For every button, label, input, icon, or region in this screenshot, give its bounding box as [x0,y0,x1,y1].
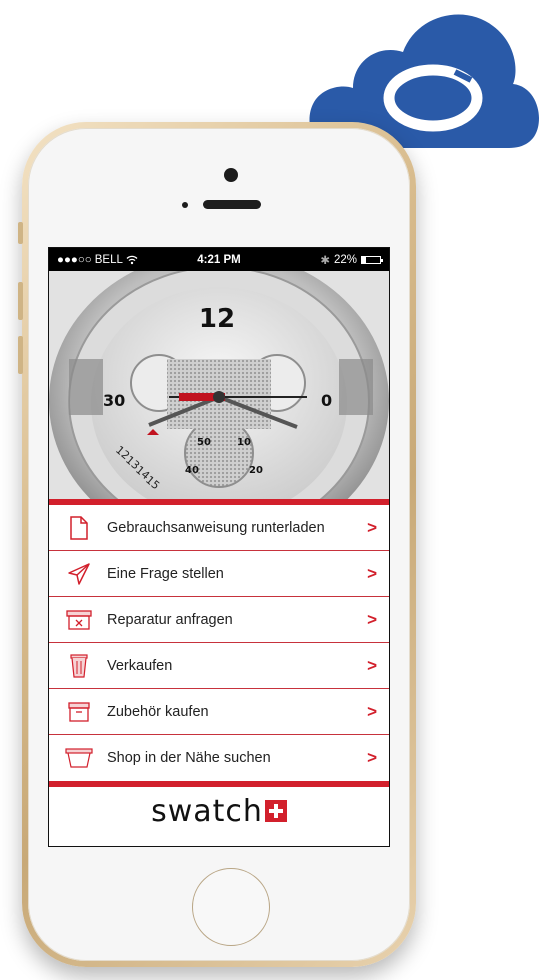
chevron-right-icon: > [367,748,377,767]
subdial-number-50: 50 [197,437,211,448]
menu-item-find-shop[interactable]: Shop in der Nähe suchen > [49,735,389,781]
bluetooth-icon: ✱ [320,254,330,267]
chevron-right-icon: > [367,609,377,629]
home-button[interactable] [192,868,270,946]
signal-strength: ●●●○○ [57,253,92,266]
swiss-cross-icon [264,800,287,822]
app-screen: ●●●○○ BELL 4:21 PM ✱ 22% 12 30 0 50 10 4… [48,247,390,847]
menu-item-repair[interactable]: Reparatur anfragen > [49,597,389,643]
swatch-logo: swatch [49,787,389,835]
carrier-name: BELL [94,253,123,266]
paper-plane-icon [65,560,93,588]
sensor-icon [182,202,188,208]
wifi-icon [126,255,138,264]
subdial-number-20: 20 [249,465,263,476]
trash-icon [65,652,93,680]
repair-box-icon [65,606,93,634]
menu-item-label: Zubehör kaufen [107,703,209,720]
action-menu: Gebrauchsanweisung runterladen > Eine Fr… [49,505,389,781]
menu-item-accessories[interactable]: Zubehör kaufen > [49,689,389,735]
box-icon [65,698,93,726]
chevron-right-icon: > [367,655,377,675]
dial-number-12: 12 [199,304,235,334]
menu-item-label: Reparatur anfragen [107,611,233,628]
dial-number-0: 0 [321,391,332,410]
menu-item-label: Shop in der Nähe suchen [107,750,271,766]
watch-hero-image: 12 30 0 50 10 40 20 12 13 14 15 [49,271,389,499]
chevron-right-icon: > [367,563,377,583]
front-camera-icon [224,168,238,182]
menu-item-label: Gebrauchsanweisung runterladen [107,519,325,536]
shop-bag-icon [65,744,93,772]
menu-item-manual[interactable]: Gebrauchsanweisung runterladen > [49,505,389,551]
subdial-number-10: 10 [237,437,251,448]
menu-item-sell[interactable]: Verkaufen > [49,643,389,689]
menu-item-label: Eine Frage stellen [107,565,224,582]
status-bar: ●●●○○ BELL 4:21 PM ✱ 22% [49,248,389,271]
chevron-right-icon: > [367,517,377,537]
subdial-number-40: 40 [185,465,199,476]
chevron-right-icon: > [367,701,377,721]
document-icon [65,514,93,542]
speaker-grille [203,200,261,209]
menu-item-question[interactable]: Eine Frage stellen > [49,551,389,597]
watch-illustration: 12 30 0 50 10 40 20 12 13 14 15 [49,271,389,499]
dial-number-30: 30 [103,391,125,410]
brand-name: swatch [151,793,263,829]
battery-icon [361,255,383,264]
menu-item-label: Verkaufen [107,657,173,674]
battery-percent: 22% [333,253,357,266]
